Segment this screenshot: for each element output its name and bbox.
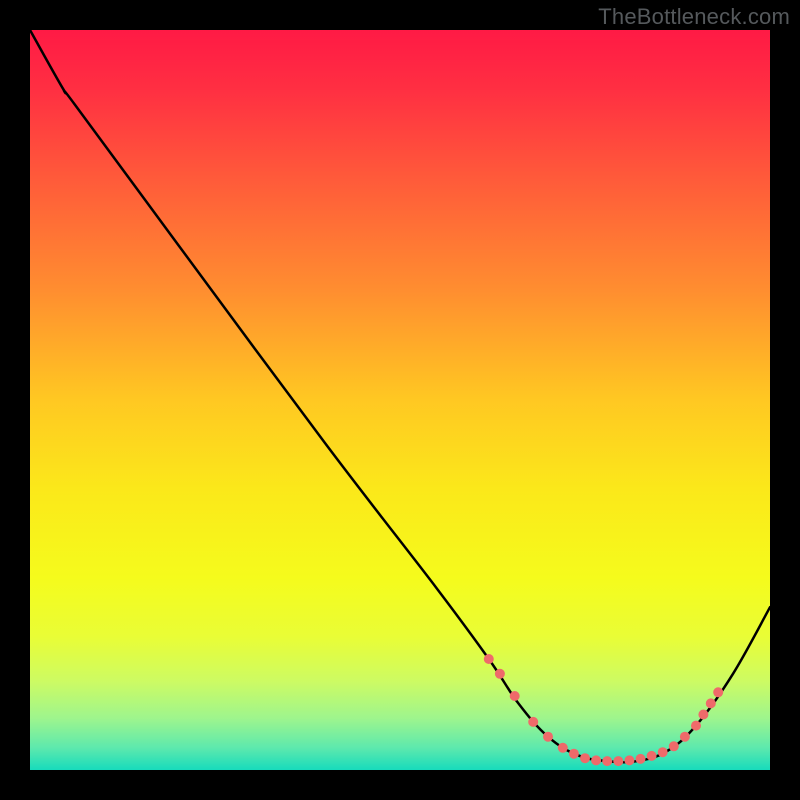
watermark-text: TheBottleneck.com [598,4,790,30]
gradient-background [30,30,770,770]
gradient-rect [30,30,770,770]
chart-frame: TheBottleneck.com [0,0,800,800]
plot-area [30,30,770,770]
